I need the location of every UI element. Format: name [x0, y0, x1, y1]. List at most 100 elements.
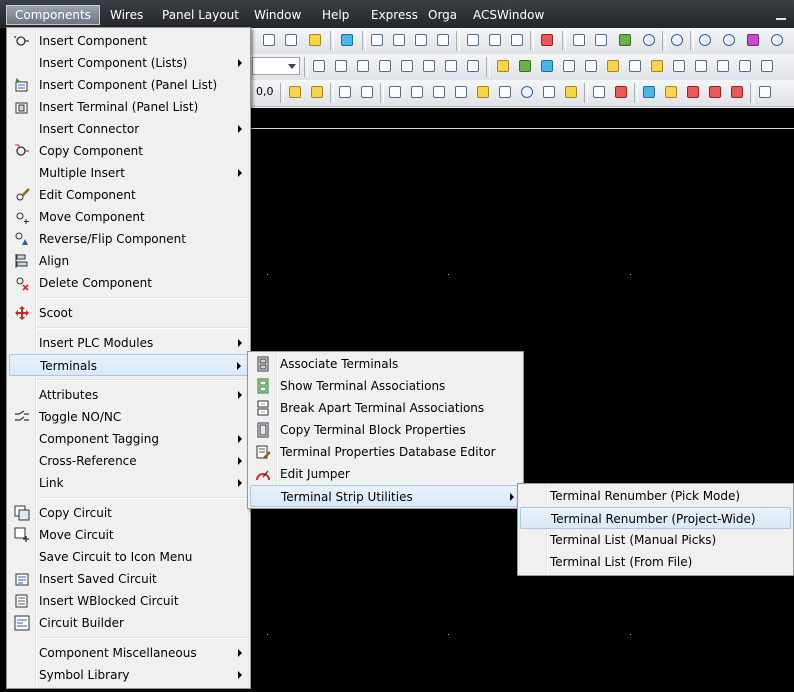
toolbar-button-icon[interactable]: [662, 83, 680, 101]
menu-item-link[interactable]: Link: [9, 472, 248, 494]
menu-item-insert-saved-circuit[interactable]: Insert Saved Circuit: [9, 568, 248, 590]
menu-item-scoot[interactable]: Scoot: [9, 302, 248, 324]
zoom-realtime-icon[interactable]: [496, 83, 514, 101]
pdf-icon[interactable]: [684, 83, 702, 101]
zoom-out-icon[interactable]: [442, 57, 460, 75]
menu-item-circuit-builder[interactable]: Circuit Builder: [9, 612, 248, 634]
menu-item-reverse-flip-component[interactable]: Reverse/Flip Component: [9, 228, 248, 250]
menu-panel-layout[interactable]: Panel Layout: [154, 6, 247, 24]
layer-icon[interactable]: [670, 57, 688, 75]
layer-icon[interactable]: [692, 57, 710, 75]
menu-item-align[interactable]: Align: [9, 250, 248, 272]
menu-item-save-circuit-to-icon-menu[interactable]: Save Circuit to Icon Menu: [9, 546, 248, 568]
layer-dropdown[interactable]: [252, 57, 300, 75]
toolbar-button-icon[interactable]: [570, 31, 588, 49]
toolbar-button-icon[interactable]: [306, 31, 324, 49]
toolbar-button-icon[interactable]: [434, 31, 452, 49]
layer-icon[interactable]: [714, 57, 732, 75]
menu-item-insert-terminal-panel-list[interactable]: Insert Terminal (Panel List): [9, 96, 248, 118]
new-drawing-icon[interactable]: [286, 83, 304, 101]
menu-item-terminal-list-manual-picks[interactable]: Terminal List (Manual Picks): [520, 529, 791, 551]
menu-item-copy-terminal-block-properties[interactable]: Copy Terminal Block Properties: [250, 419, 521, 441]
pdf-icon[interactable]: [706, 83, 724, 101]
toolbar-button-icon[interactable]: [756, 83, 774, 101]
zoom-icon[interactable]: [354, 57, 372, 75]
layer-icon[interactable]: [648, 57, 666, 75]
layer-icon[interactable]: [538, 57, 556, 75]
menu-item-insert-connector[interactable]: Insert Connector: [9, 118, 248, 140]
toolbar-button-icon[interactable]: [508, 31, 526, 49]
layer-icon[interactable]: [626, 57, 644, 75]
toolbar-button-icon[interactable]: [282, 31, 300, 49]
help-icon[interactable]: [640, 31, 658, 49]
image-icon[interactable]: [540, 83, 558, 101]
help-icon[interactable]: [720, 31, 738, 49]
toolbar-button-icon[interactable]: [430, 83, 448, 101]
menu-item-insert-plc-modules[interactable]: Insert PLC Modules: [9, 332, 248, 354]
menu-orga[interactable]: Orga: [420, 6, 465, 24]
menu-item-associate-terminals[interactable]: Associate Terminals: [250, 353, 521, 375]
menu-item-terminals[interactable]: Terminals: [9, 354, 248, 376]
menu-components[interactable]: Components: [6, 5, 100, 25]
help-icon[interactable]: [696, 31, 714, 49]
toolbar-button-icon[interactable]: [744, 31, 762, 49]
menu-item-edit-jumper[interactable]: Edit Jumper: [250, 463, 521, 485]
edit-icon[interactable]: [336, 83, 354, 101]
menu-acswindow[interactable]: ACSWindow: [465, 6, 552, 24]
menu-item-move-circuit[interactable]: Move Circuit: [9, 524, 248, 546]
menu-item-insert-component-panel-list[interactable]: Insert Component (Panel List): [9, 74, 248, 96]
menu-window[interactable]: Window: [246, 6, 309, 24]
layer-icon[interactable]: [604, 57, 622, 75]
toolbar-button-icon[interactable]: [538, 31, 556, 49]
layer-icon[interactable]: [494, 57, 512, 75]
menu-express[interactable]: Express: [363, 6, 426, 24]
arrow-left-icon[interactable]: [464, 31, 482, 49]
layer-icon[interactable]: [560, 57, 578, 75]
menu-item-terminal-list-from-file[interactable]: Terminal List (From File): [520, 551, 791, 573]
zoom-icon[interactable]: [332, 57, 350, 75]
menu-help[interactable]: Help: [314, 6, 357, 24]
toolbar-button-icon[interactable]: [616, 31, 634, 49]
zoom-window-icon[interactable]: [310, 57, 328, 75]
layer-icon[interactable]: [758, 57, 776, 75]
menu-item-terminal-properties-database-editor[interactable]: Terminal Properties Database Editor: [250, 441, 521, 463]
toolbar-button-icon[interactable]: [260, 31, 278, 49]
menu-item-toggle-no-nc[interactable]: Toggle NO/NC: [9, 406, 248, 428]
menu-item-component-miscellaneous[interactable]: Component Miscellaneous: [9, 642, 248, 664]
zoom-icon[interactable]: [376, 57, 394, 75]
new-drawing-icon[interactable]: [308, 83, 326, 101]
menu-item-insert-component-lists[interactable]: Insert Component (Lists): [9, 52, 248, 74]
menu-item-insert-component[interactable]: Insert Component: [9, 30, 248, 52]
toolbar-button-icon[interactable]: [408, 83, 426, 101]
toolbar-button-icon[interactable]: [612, 83, 630, 101]
menu-item-component-tagging[interactable]: Component Tagging: [9, 428, 248, 450]
pencil-icon[interactable]: [562, 83, 580, 101]
toolbar-button-icon[interactable]: [452, 83, 470, 101]
zoom-icon[interactable]: [398, 57, 416, 75]
menu-item-show-terminal-associations[interactable]: Show Terminal Associations: [250, 375, 521, 397]
toolbar-button-icon[interactable]: [386, 83, 404, 101]
menu-item-multiple-insert[interactable]: Multiple Insert: [9, 162, 248, 184]
pan-hand-icon[interactable]: [474, 83, 492, 101]
help-icon[interactable]: [668, 31, 686, 49]
menu-item-copy-circuit[interactable]: Copy Circuit: [9, 502, 248, 524]
toolbar-button-icon[interactable]: [640, 83, 658, 101]
menu-item-edit-component[interactable]: Edit Component: [9, 184, 248, 206]
menu-wires[interactable]: Wires: [102, 6, 151, 24]
menu-item-move-component[interactable]: Move Component: [9, 206, 248, 228]
arrow-right-icon[interactable]: [486, 31, 504, 49]
help-icon[interactable]: [518, 83, 536, 101]
menu-item-terminal-renumber-pick-mode[interactable]: Terminal Renumber (Pick Mode): [520, 485, 791, 507]
menu-item-delete-component[interactable]: Delete Component: [9, 272, 248, 294]
menu-item-insert-wblocked-circuit[interactable]: Insert WBlocked Circuit: [9, 590, 248, 612]
toolbar-button-icon[interactable]: [390, 31, 408, 49]
layer-icon[interactable]: [516, 57, 534, 75]
toolbar-button-icon[interactable]: [412, 31, 430, 49]
edit-icon[interactable]: [358, 83, 376, 101]
layer-icon[interactable]: [736, 57, 754, 75]
minimize-icon[interactable]: [774, 9, 788, 21]
zoom-icon[interactable]: [464, 57, 482, 75]
menu-item-terminal-strip-utilities[interactable]: Terminal Strip Utilities: [250, 485, 521, 507]
menu-item-copy-component[interactable]: Copy Component: [9, 140, 248, 162]
menu-item-terminal-renumber-project-wide[interactable]: Terminal Renumber (Project-Wide): [520, 507, 791, 529]
